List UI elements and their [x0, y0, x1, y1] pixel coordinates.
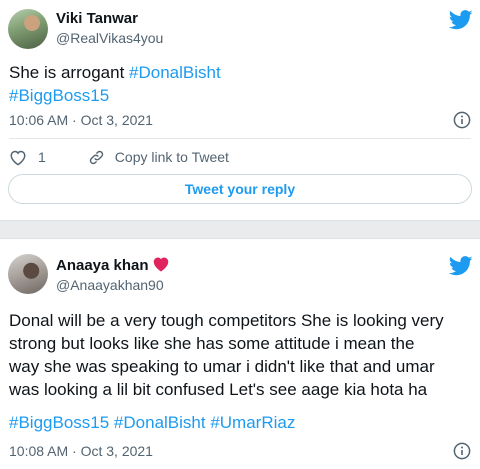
info-icon[interactable] — [453, 111, 471, 129]
like-count: 1 — [38, 149, 46, 165]
tweet-text-line: strong but looks like she has some attit… — [9, 334, 415, 353]
tweet-timestamp[interactable]: 10:08 AM · Oct 3, 2021 — [9, 443, 153, 459]
author-name[interactable]: Viki Tanwar — [56, 10, 138, 27]
hashtag-biggboss15[interactable]: #BiggBoss15 — [9, 413, 109, 432]
author-name-row: Anaaya khan — [56, 256, 170, 274]
tweet-hashtags: #BiggBoss15 #DonalBisht #UmarRiaz — [9, 411, 295, 434]
red-heart-icon — [153, 257, 168, 272]
author-handle[interactable]: @Anaayakhan90 — [56, 277, 164, 293]
tweet-card-viki: Viki Tanwar @RealVikas4you She is arroga… — [0, 0, 480, 220]
tweet-timestamp[interactable]: 10:06 AM · Oct 3, 2021 — [9, 112, 153, 128]
copy-link-label: Copy link to Tweet — [114, 149, 229, 165]
tweet-text-line: was looking a lil bit confused Let's see… — [9, 380, 428, 399]
tweet-reply-button[interactable]: Tweet your reply — [8, 174, 472, 204]
tweet-actions: 1 Copy link to Tweet — [9, 147, 229, 167]
hashtag-umarriaz[interactable]: #UmarRiaz — [210, 413, 295, 432]
twitter-bird-icon[interactable] — [449, 256, 473, 276]
author-name[interactable]: Anaaya khan — [56, 257, 149, 274]
tweet-body-text: She is arrogant — [9, 63, 130, 82]
like-button[interactable]: 1 — [9, 149, 46, 166]
hashtag-donalbisht[interactable]: #DonalBisht — [114, 413, 206, 432]
link-icon — [89, 150, 103, 164]
author-handle[interactable]: @RealVikas4you — [56, 30, 163, 46]
avatar[interactable] — [8, 254, 48, 294]
tweet-separator — [0, 220, 480, 239]
copy-link-button[interactable]: Copy link to Tweet — [88, 149, 229, 166]
hashtag-donalbisht[interactable]: #DonalBisht — [129, 63, 221, 82]
hashtag-biggboss15[interactable]: #BiggBoss15 — [9, 86, 109, 105]
avatar[interactable] — [8, 9, 48, 49]
divider — [9, 138, 471, 139]
tweet-text: Donal will be a very tough competitors S… — [9, 309, 479, 401]
tweet-text: She is arrogant #DonalBisht #BiggBoss15 — [9, 61, 469, 107]
tweet-text-line: way she was speaking to umar i didn't li… — [9, 357, 435, 376]
twitter-bird-icon[interactable] — [449, 10, 473, 30]
info-icon[interactable] — [453, 442, 471, 460]
tweet-text-line: Donal will be a very tough competitors S… — [9, 311, 444, 330]
heart-icon — [10, 150, 26, 166]
